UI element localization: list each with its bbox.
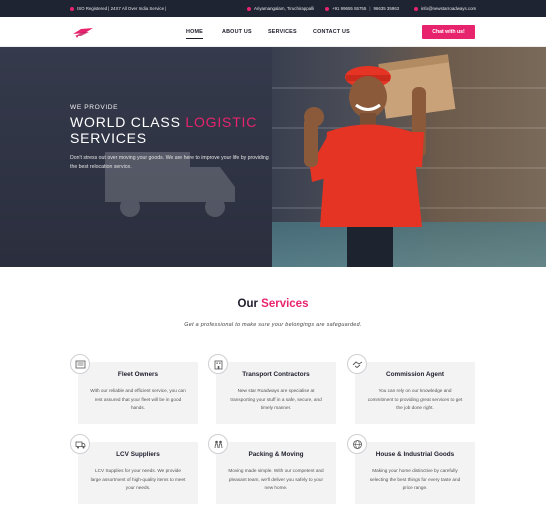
- mail-icon: [414, 6, 418, 11]
- site-header: HOME ABOUT US SERVICES CONTACT US Chat w…: [0, 17, 546, 47]
- active-indicator: [186, 38, 203, 39]
- phone-info[interactable]: +91 99655 55755 | 96635 35963: [325, 0, 399, 17]
- hero-banner: WE PROVIDE WORLD CLASS LOGISTIC SERVICES…: [0, 47, 546, 267]
- hero-description: Don't stress out over moving your goods.…: [70, 155, 269, 170]
- top-info-bar: ISO Registered | 24X7 All Over India Ser…: [0, 0, 546, 17]
- card-title: House & Industrial Goods: [375, 451, 455, 458]
- card-text: Making your home distinctive by carefull…: [369, 468, 461, 490]
- badge-icon: [70, 6, 74, 11]
- phone-2[interactable]: 96635 35963: [373, 6, 399, 11]
- service-card-transport-contractors[interactable]: Transport Contractors New star Roadways …: [208, 354, 336, 424]
- company-logo[interactable]: [72, 26, 94, 38]
- hero-kicker: WE PROVIDE: [70, 104, 119, 111]
- card-text: Moving made simple. With our competent a…: [228, 468, 324, 490]
- hero-photo: [272, 47, 546, 267]
- service-card-fleet-owners[interactable]: Fleet Owners With our reliable and effic…: [70, 354, 198, 424]
- nav-about-us[interactable]: ABOUT US: [222, 17, 252, 47]
- address-text: Ariyamangalam, Tiruchirappalli: [254, 6, 315, 11]
- email-info[interactable]: info@newstarroadways.com: [414, 0, 476, 17]
- card-text: New star Roadways are specialise at tran…: [230, 388, 322, 410]
- service-card-packing-moving[interactable]: Packing & Moving Moving made simple. Wit…: [208, 434, 336, 504]
- card-title: Transport Contractors: [242, 371, 310, 378]
- nav-contact-us[interactable]: CONTACT US: [313, 17, 350, 47]
- service-card-lcv-suppliers[interactable]: LCV Suppliers LCV Supplies for your need…: [70, 434, 198, 504]
- service-card-commission-agent[interactable]: Commission Agent You can rely on our kno…: [347, 354, 475, 424]
- email-link[interactable]: info@newstarroadways.com: [421, 6, 476, 11]
- location-pin-icon: [247, 6, 251, 11]
- card-title: Commission Agent: [386, 371, 444, 378]
- nav-home[interactable]: HOME: [186, 17, 203, 47]
- services-heading: Our Services: [237, 298, 309, 310]
- card-title: Fleet Owners: [117, 371, 159, 378]
- card-text: With our reliable and efficient service,…: [90, 388, 186, 410]
- phone-icon: [325, 6, 329, 11]
- services-subtitle: Get a professional to make sure your bel…: [184, 322, 362, 328]
- card-text: LCV Supplies for your needs. We provide …: [90, 468, 186, 490]
- registration-text: ISO Registered | 24X7 All Over India Ser…: [77, 6, 167, 11]
- chat-button[interactable]: Chat with us!: [422, 25, 475, 39]
- address-info: Ariyamangalam, Tiruchirappalli: [247, 0, 314, 17]
- card-text: You can rely on our knowledge and commit…: [367, 388, 463, 410]
- delivery-man-image: [304, 54, 456, 267]
- card-title: Packing & Moving: [248, 451, 304, 458]
- hero-headline: WORLD CLASS LOGISTIC SERVICES: [70, 114, 258, 146]
- phone-1[interactable]: +91 99655 55755: [332, 6, 366, 11]
- nav-services[interactable]: SERVICES: [268, 17, 297, 47]
- registration-info: ISO Registered | 24X7 All Over India Ser…: [70, 0, 166, 17]
- service-card-house-industrial-goods[interactable]: House & Industrial Goods Making your hom…: [347, 434, 475, 504]
- card-title: LCV Suppliers: [116, 451, 160, 458]
